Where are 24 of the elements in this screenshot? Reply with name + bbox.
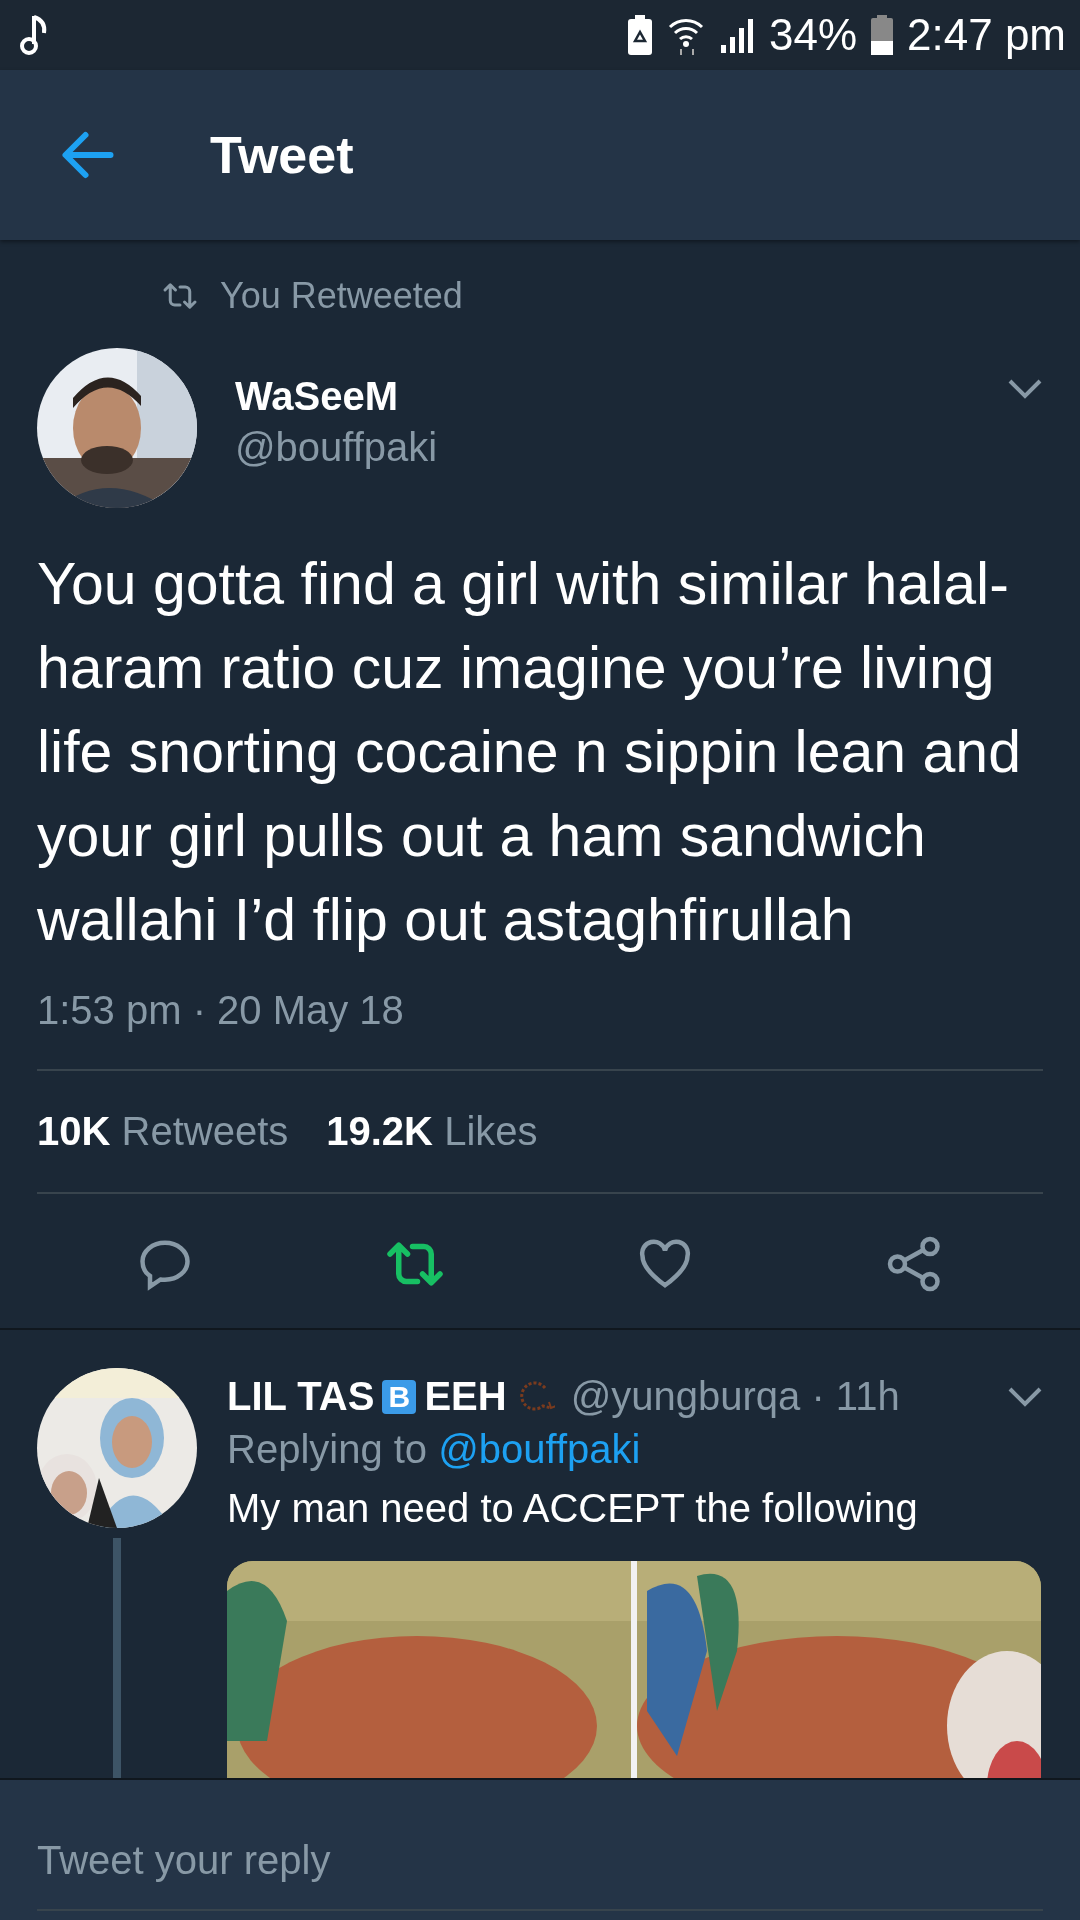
reply-author-name[interactable]: LIL TAS (227, 1374, 375, 1419)
retweet-icon (162, 281, 198, 311)
page-title: Tweet (210, 125, 354, 185)
stat-count[interactable]: 10K Retweets (37, 1109, 289, 1154)
author-handle[interactable]: @bouffpaki (235, 425, 969, 470)
reply-handle: @yungburqa · 11h (570, 1374, 901, 1419)
author-name[interactable]: WaSeeM (235, 374, 969, 419)
signal-icon (718, 17, 755, 53)
reply-author-name[interactable]: EEH (424, 1374, 507, 1419)
chevron-down-icon[interactable] (1007, 378, 1043, 400)
stat-count[interactable]: 19.2K Likes (326, 1109, 538, 1154)
battery-percent: 34% (768, 10, 857, 60)
clock: 2:47 pm (907, 10, 1066, 60)
retweet-context: You Retweeted (220, 275, 463, 317)
letter-emoji: B (382, 1379, 417, 1414)
chevron-down-icon[interactable] (1007, 1385, 1043, 1408)
tweet-text: You gotta find a girl with similar halal-haram ratio cuz imagine you’re living life snorting cocaine n sippin lean and your girl pulls out a ham sandwich wallahi I’d flip out astaghfirullah (36, 550, 1022, 955)
reply-text: My man need to ACCEPT the following (227, 1486, 919, 1531)
tweet-timestamp: 1:53 pm · 20 May 18 (36, 987, 405, 1033)
replying-to-text: Replying to @bouffpaki (227, 1427, 642, 1472)
mention-link[interactable]: @bouffpaki (438, 1427, 641, 1471)
battery-icon (871, 15, 893, 55)
reply-input-field[interactable]: Tweet your reply (0, 1778, 1080, 1920)
battery-saver-icon (626, 15, 653, 55)
